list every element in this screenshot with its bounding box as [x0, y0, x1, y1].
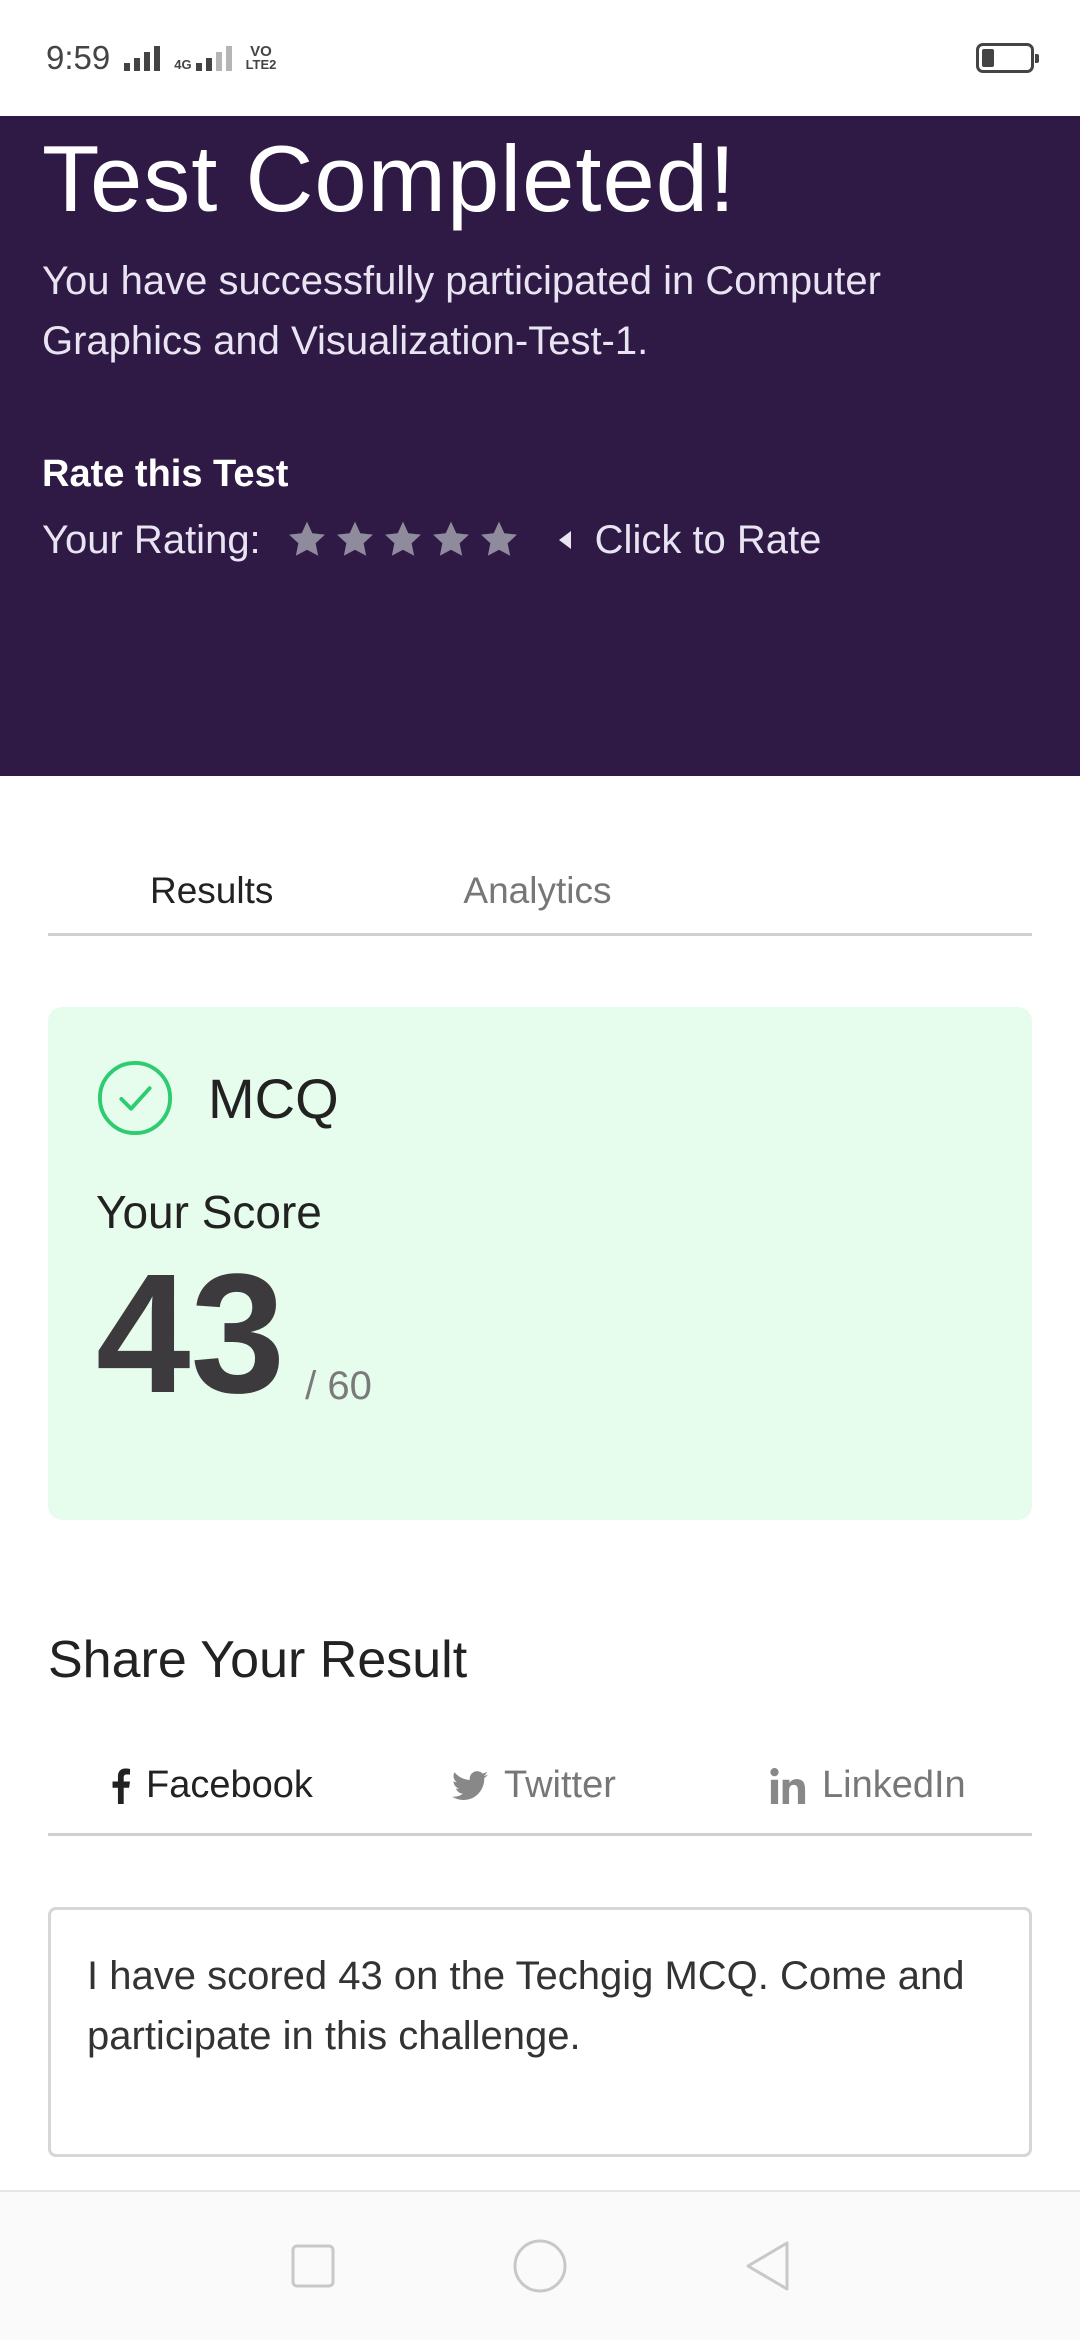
completion-message: You have successfully participated in Co…: [42, 258, 881, 363]
click-to-rate-link[interactable]: Click to Rate: [595, 518, 822, 563]
star-icon[interactable]: [285, 518, 329, 562]
twitter-icon: [452, 1770, 488, 1800]
score-card-header: MCQ: [96, 1059, 984, 1137]
tab-linkedin[interactable]: LinkedIn: [770, 1764, 966, 1807]
star-icon[interactable]: [477, 518, 521, 562]
status-left: 9:59 4G VO LTE2: [46, 39, 276, 77]
score-value: 43: [96, 1239, 286, 1429]
star-icon[interactable]: [429, 518, 473, 562]
tab-twitter[interactable]: Twitter: [452, 1764, 616, 1807]
signal-strength-secondary-icon: [195, 45, 232, 71]
rate-heading: Rate this Test: [42, 452, 289, 495]
volte-indicator: VO LTE2: [245, 44, 277, 72]
score-row: 43 / 60: [96, 1249, 984, 1419]
share-title: Share Your Result: [48, 1631, 468, 1689]
caret-left-icon: [558, 531, 571, 550]
system-nav-bar: [0, 2190, 1080, 2340]
score-card: MCQ Your Score 43 / 60: [48, 1007, 1032, 1520]
star-rating[interactable]: [285, 518, 521, 562]
tab-analytics[interactable]: Analytics: [463, 850, 611, 933]
rating-row: Your Rating: Click to Rate: [42, 518, 1038, 563]
signal-strength-icon: [124, 45, 161, 71]
linkedin-icon: [770, 1767, 806, 1804]
section-title: MCQ: [208, 1066, 339, 1130]
tab-facebook[interactable]: Facebook: [112, 1764, 313, 1807]
volte-label-bottom: LTE2: [245, 57, 277, 72]
status-bar: 9:59 4G VO LTE2: [0, 0, 1080, 116]
tab-results[interactable]: Results: [150, 850, 273, 933]
share-tabs: Facebook Twitter LinkedIn: [48, 1760, 1032, 1836]
circle-icon: [513, 2239, 567, 2293]
twitter-label: Twitter: [504, 1764, 616, 1806]
back-button[interactable]: [737, 2236, 797, 2296]
triangle-back-icon: [746, 2241, 789, 2291]
recent-apps-button[interactable]: [283, 2236, 343, 2296]
linkedin-label: LinkedIn: [822, 1764, 966, 1806]
page-title: Test Completed!: [42, 126, 737, 231]
status-time: 9:59: [46, 39, 111, 76]
square-icon: [291, 2244, 335, 2288]
star-icon[interactable]: [333, 518, 377, 562]
star-icon[interactable]: [381, 518, 425, 562]
score-total: / 60: [305, 1364, 372, 1408]
home-button[interactable]: [510, 2236, 570, 2296]
battery-icon: [976, 43, 1039, 73]
facebook-icon: [112, 1768, 130, 1804]
network-type: 4G: [174, 45, 232, 72]
facebook-label: Facebook: [146, 1764, 313, 1806]
result-tabs: Results Analytics: [48, 850, 1032, 936]
share-message-textarea[interactable]: I have scored 43 on the Techgig MCQ. Com…: [48, 1907, 1032, 2157]
check-circle-icon: [97, 1060, 173, 1136]
test-completed-banner: Test Completed! You have successfully pa…: [0, 116, 1080, 776]
rating-label: Your Rating:: [42, 517, 261, 562]
score-label: Your Score: [96, 1186, 322, 1238]
network-type-label: 4G: [174, 57, 192, 72]
